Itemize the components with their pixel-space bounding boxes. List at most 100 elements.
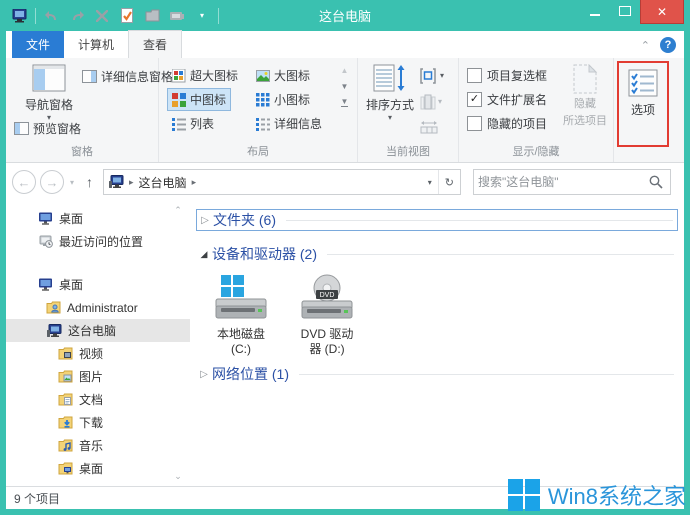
- qat-dropdown-icon[interactable]: ▾: [193, 8, 211, 24]
- back-button[interactable]: ←: [12, 170, 36, 194]
- caption-buttons: ✕: [580, 0, 684, 24]
- delete-icon[interactable]: [93, 8, 111, 24]
- navigation-pane-label: 导航窗格: [24, 98, 73, 112]
- checkbox-file-name-extensions[interactable]: 文件扩展名: [467, 91, 547, 108]
- sort-by-button[interactable]: 排序方式 ▾: [364, 64, 416, 122]
- sidebar-item-videos[interactable]: 视频: [6, 342, 190, 365]
- group-label-current-view: 当前视图: [386, 146, 430, 158]
- view-list[interactable]: 列表: [167, 112, 219, 135]
- ribbon: 导航窗格 ▾ 详细信息窗格 预览窗格 窗格 超大图标 大图标 中图标 小图标 列…: [6, 58, 684, 163]
- search-icon[interactable]: [649, 175, 663, 189]
- options-icon: [628, 69, 658, 97]
- sidebar-item-downloads[interactable]: 下载: [6, 411, 190, 434]
- sidebar-item-desktop-root[interactable]: 桌面: [6, 273, 190, 296]
- minimize-button[interactable]: [580, 0, 610, 22]
- hide-selected-items-button[interactable]: 隐藏 所选项目: [559, 64, 611, 128]
- scroll-up-icon[interactable]: ▲: [341, 66, 349, 75]
- sidebar-item-pictures[interactable]: 图片: [6, 365, 190, 388]
- breadcrumb-item-this-pc[interactable]: 这台电脑: [139, 174, 187, 191]
- redo-icon[interactable]: [68, 8, 86, 24]
- address-input[interactable]: ▸ 这台电脑 ▸ ▾ ↻: [103, 169, 462, 195]
- refresh-icon[interactable]: ↻: [439, 176, 460, 189]
- tab-view[interactable]: 查看: [128, 30, 183, 59]
- drive-item-c[interactable]: 本地磁盘 (C:): [200, 273, 282, 357]
- dropdown-icon: ▾: [440, 71, 445, 80]
- size-columns-button[interactable]: [420, 120, 438, 134]
- close-button[interactable]: ✕: [640, 0, 684, 24]
- sidebar-scrollbar[interactable]: ⌃ ⌄: [172, 205, 184, 482]
- sidebar-item-label: 这台电脑: [68, 324, 117, 338]
- breadcrumb-chevron-icon[interactable]: ▸: [129, 177, 134, 188]
- group-header-folders[interactable]: ▷ 文件夹 (6): [196, 209, 678, 231]
- watermark-text: Win8系统之家: [547, 484, 686, 509]
- search-input[interactable]: [474, 175, 643, 189]
- view-small-icons[interactable]: 小图标: [251, 88, 315, 111]
- qat-separator: [218, 7, 219, 24]
- new-folder-icon[interactable]: [143, 8, 161, 24]
- up-button[interactable]: ↑: [80, 174, 99, 190]
- navigation-pane-button[interactable]: 导航窗格 ▾: [20, 64, 78, 122]
- quick-access-toolbar: ▾: [0, 7, 219, 24]
- sidebar-item-favorites-desktop[interactable]: 桌面: [6, 207, 190, 230]
- add-columns-button[interactable]: ▾: [420, 94, 442, 110]
- options-button[interactable]: 选项: [631, 101, 655, 118]
- help-icon[interactable]: ?: [660, 37, 676, 53]
- sidebar-item-label: 文档: [79, 393, 104, 407]
- tab-file[interactable]: 文件: [12, 31, 65, 58]
- svg-text:DVD: DVD: [320, 292, 335, 299]
- checkbox-icon[interactable]: [467, 92, 482, 107]
- group-header-network[interactable]: ▷ 网络位置 (1): [196, 363, 678, 385]
- expanded-arrow-icon[interactable]: ◢: [196, 249, 212, 260]
- view-medium-icons[interactable]: 中图标: [167, 88, 232, 111]
- group-label-show-hide: 显示/隐藏: [512, 146, 560, 158]
- main-area: 桌面 最近访问的位置 桌面 Administrator 这台电脑 视频 图片 文…: [6, 201, 684, 486]
- scroll-down-icon[interactable]: ▼: [341, 82, 349, 91]
- view-extra-large-icons[interactable]: 超大图标: [167, 64, 243, 87]
- sidebar-item-recent-places[interactable]: 最近访问的位置: [6, 230, 190, 253]
- tab-computer[interactable]: 计算机: [64, 31, 128, 58]
- view-large-icons[interactable]: 大图标: [251, 64, 315, 87]
- collapsed-arrow-icon[interactable]: ▷: [196, 369, 212, 380]
- preview-pane-icon: [14, 122, 29, 135]
- collapse-ribbon-icon[interactable]: ⌃: [641, 39, 650, 52]
- sidebar-item-administrator[interactable]: Administrator: [6, 296, 190, 319]
- desktop-icon: [39, 212, 52, 225]
- address-dropdown-icon[interactable]: ▾: [422, 178, 438, 187]
- music-folder-icon: [58, 439, 73, 452]
- history-dropdown-icon[interactable]: ▾: [68, 178, 76, 187]
- breadcrumb-chevron-icon[interactable]: ▸: [192, 177, 197, 188]
- group-header-devices-drives[interactable]: ◢ 设备和驱动器 (2): [196, 243, 678, 265]
- hide-selected-label-1: 隐藏: [574, 98, 596, 110]
- scroll-more-icon[interactable]: ▼: [340, 98, 349, 107]
- extra-large-icons-icon: [172, 68, 186, 82]
- ribbon-group-current-view: 排序方式 ▾ ▾ ▾ 当前视图: [358, 58, 459, 162]
- scroll-up-icon[interactable]: ⌃: [174, 205, 182, 216]
- sidebar-item-label: 图片: [79, 370, 104, 384]
- sidebar-item-documents[interactable]: 文档: [6, 388, 190, 411]
- view-label: 超大图标: [190, 69, 239, 83]
- checkbox-icon[interactable]: [467, 116, 482, 131]
- undo-icon[interactable]: [43, 8, 61, 24]
- options-button-highlight: 选项: [617, 61, 669, 147]
- checkbox-item-check-boxes[interactable]: 项目复选框: [467, 67, 547, 84]
- view-details[interactable]: 详细信息: [251, 112, 327, 135]
- maximize-button[interactable]: [610, 0, 640, 22]
- pc-icon[interactable]: [10, 8, 28, 24]
- view-label: 大图标: [274, 69, 311, 83]
- slideshow-icon[interactable]: [168, 8, 186, 24]
- checkbox-hidden-items[interactable]: 隐藏的项目: [467, 115, 547, 132]
- sidebar-item-this-pc[interactable]: 这台电脑: [6, 319, 190, 342]
- sidebar-item-desktop[interactable]: 桌面: [6, 457, 190, 480]
- group-by-button[interactable]: ▾: [420, 68, 444, 84]
- add-columns-icon: [420, 94, 436, 110]
- sidebar-item-music[interactable]: 音乐: [6, 434, 190, 457]
- layout-scroll-buttons: ▲ ▼ ▼: [338, 66, 351, 107]
- group-header-rule: [286, 219, 673, 221]
- collapsed-arrow-icon[interactable]: ▷: [197, 215, 213, 226]
- forward-button[interactable]: →: [40, 170, 64, 194]
- preview-pane-button[interactable]: 预览窗格: [14, 120, 81, 137]
- properties-icon[interactable]: [118, 8, 136, 24]
- checkbox-icon[interactable]: [467, 68, 482, 83]
- drive-item-dvd[interactable]: DVD DVD 驱动 器 (D:): [286, 273, 368, 357]
- scroll-down-icon[interactable]: ⌄: [174, 471, 182, 482]
